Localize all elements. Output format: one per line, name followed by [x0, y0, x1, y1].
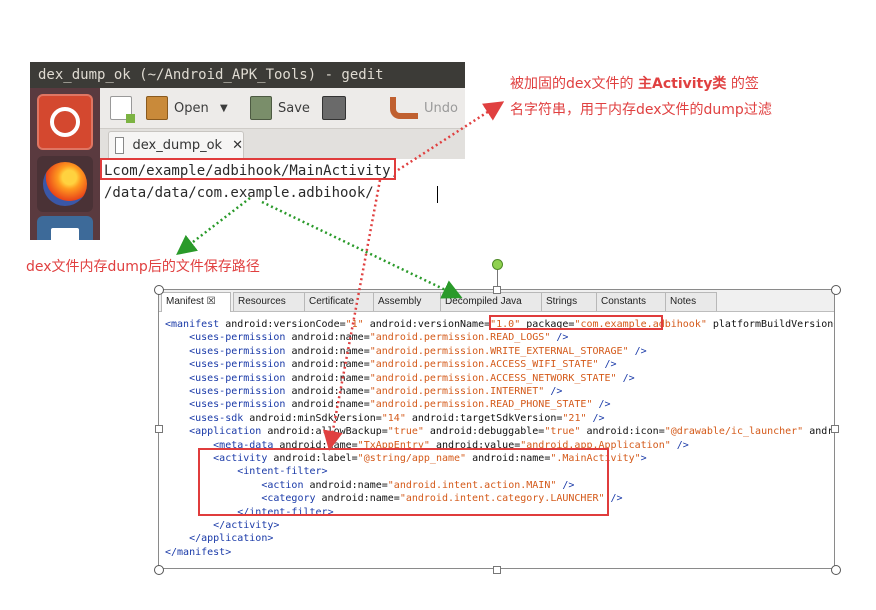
arrow-to-activity-line	[397, 101, 505, 172]
arrow-to-path-note	[176, 197, 251, 256]
arrow-to-manifest-package	[322, 179, 382, 451]
arrow-to-decompiled-tab	[261, 200, 463, 299]
annotation-arrows	[176, 101, 505, 451]
